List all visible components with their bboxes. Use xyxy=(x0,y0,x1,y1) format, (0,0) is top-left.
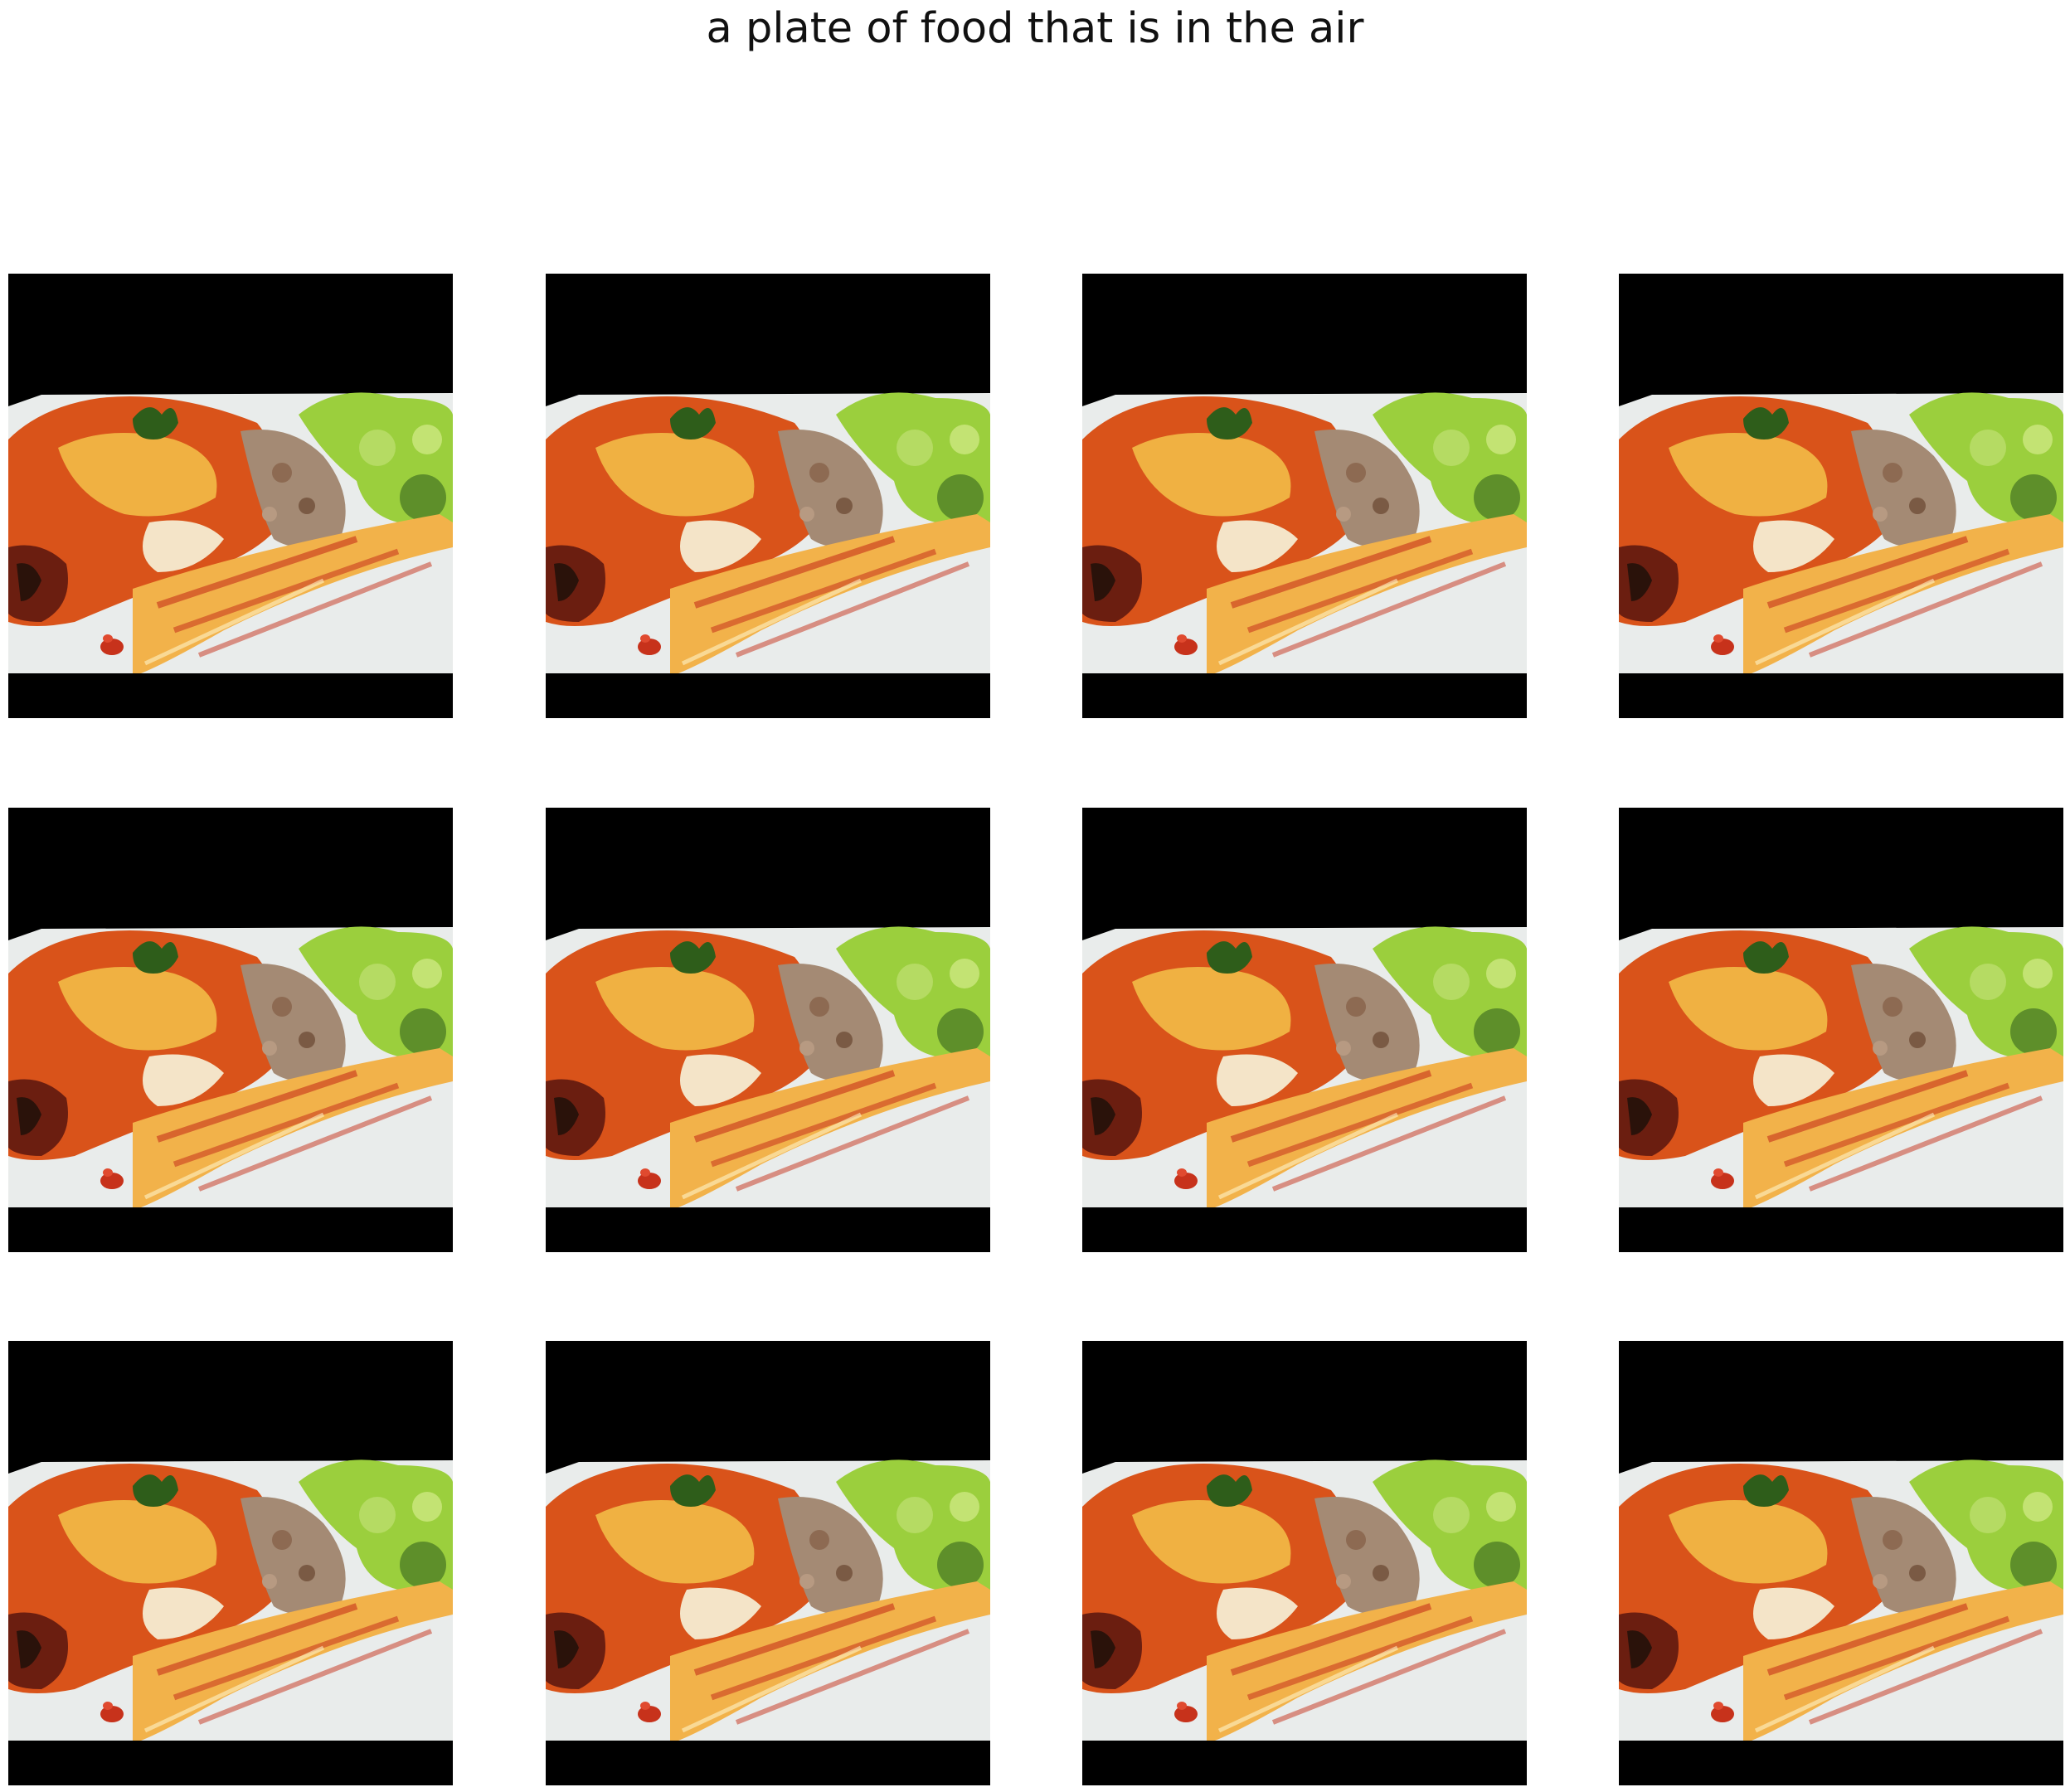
food-photo-image xyxy=(1082,808,1527,1252)
food-photo-tile xyxy=(1082,274,1527,718)
food-photo-image xyxy=(8,808,453,1252)
food-photo-image xyxy=(8,274,453,718)
food-photo-image xyxy=(1082,274,1527,718)
food-photo-tile xyxy=(1619,274,2063,718)
food-photo-tile xyxy=(546,1341,990,1785)
food-photo-image xyxy=(1619,1341,2063,1785)
food-photo-tile xyxy=(546,808,990,1252)
food-photo-image xyxy=(546,808,990,1252)
food-photo-tile xyxy=(1619,1341,2063,1785)
food-photo-image xyxy=(8,1341,453,1785)
food-photo-image xyxy=(546,1341,990,1785)
food-photo-tile xyxy=(8,1341,453,1785)
food-photo-image xyxy=(1619,808,2063,1252)
figure-title: a plate of food that is in the air xyxy=(706,4,1364,53)
food-photo-tile xyxy=(1082,808,1527,1252)
food-photo-image xyxy=(1619,274,2063,718)
food-photo-tile xyxy=(8,274,453,718)
food-photo-tile xyxy=(8,808,453,1252)
food-photo-image xyxy=(546,274,990,718)
food-photo-tile xyxy=(1619,808,2063,1252)
food-photo-tile xyxy=(1082,1341,1527,1785)
food-photo-image xyxy=(1082,1341,1527,1785)
food-photo-tile xyxy=(546,274,990,718)
